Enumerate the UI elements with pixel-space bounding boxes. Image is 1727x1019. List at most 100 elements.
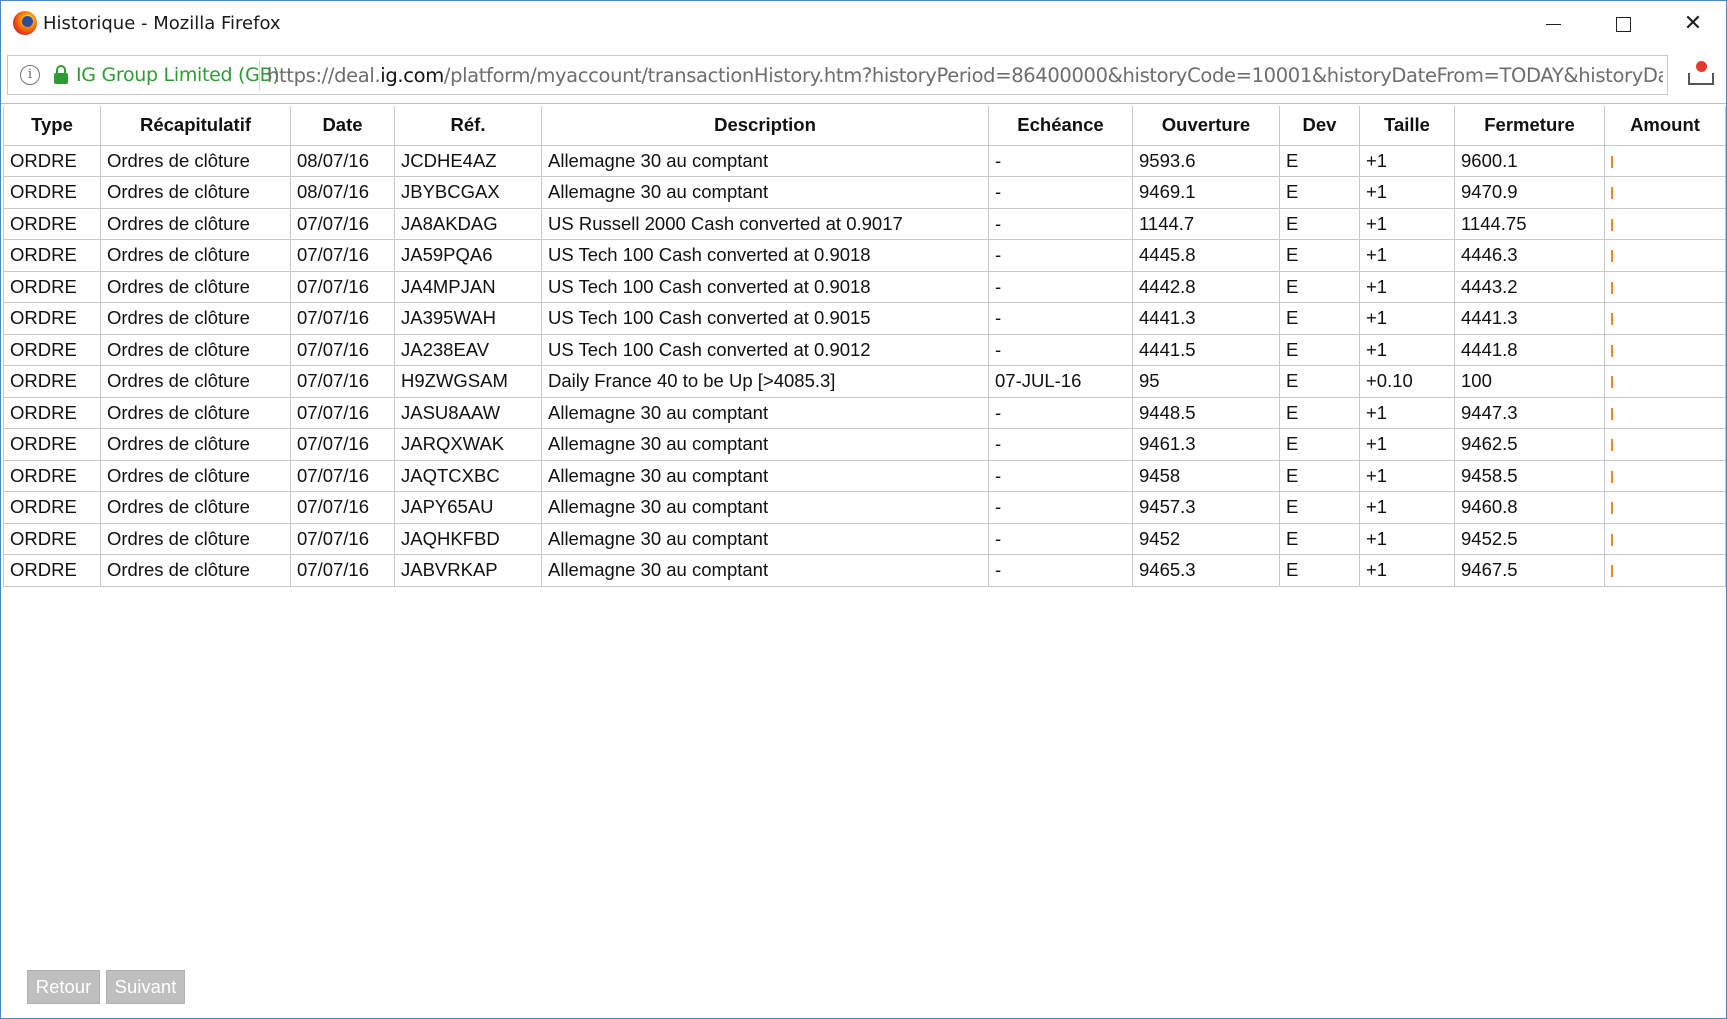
cell-size: +1 <box>1359 333 1455 366</box>
title-bar[interactable]: Historique - Mozilla Firefox ✕ <box>1 1 1726 47</box>
cell-summary: Ordres de clôture <box>100 459 291 492</box>
cell-closing: 9467.5 <box>1454 554 1605 587</box>
cell-closing: 9452.5 <box>1454 522 1605 555</box>
cell-expiry: - <box>988 207 1133 240</box>
cell-ref: JAQHKFBD <box>394 522 542 555</box>
cell-closing: 4441.3 <box>1454 302 1605 335</box>
cell-opening: 95 <box>1132 365 1280 398</box>
cell-opening: 4445.8 <box>1132 239 1280 272</box>
cell-opening: 9469.1 <box>1132 176 1280 209</box>
url-prefix: https://deal. <box>267 64 381 87</box>
cell-amount <box>1604 491 1726 524</box>
cell-amount <box>1604 144 1726 177</box>
table-row: ORDRE Ordres de clôture 07/07/16 JASU8AAW Al… <box>3 396 1726 429</box>
cell-type: ORDRE <box>3 333 101 366</box>
cell-description: Allemagne 30 au comptant <box>541 522 989 555</box>
cell-description: Allemagne 30 au comptant <box>541 459 989 492</box>
column-header-summary: Récapitulatif <box>100 106 291 146</box>
amount-truncated-mark <box>1611 344 1613 357</box>
cell-ref: JA238EAV <box>394 333 542 366</box>
cell-currency: E <box>1279 396 1360 429</box>
amount-truncated-mark <box>1611 439 1613 452</box>
address-bar[interactable]: i IG Group Limited (GB) https://deal.ig.… <box>7 55 1668 95</box>
amount-truncated-mark <box>1611 313 1613 326</box>
cell-amount <box>1604 302 1726 335</box>
cell-closing: 4446.3 <box>1454 239 1605 272</box>
cell-expiry: - <box>988 491 1133 524</box>
cell-size: +1 <box>1359 144 1455 177</box>
browser-window: Historique - Mozilla Firefox ✕ i IG Grou… <box>0 0 1727 1019</box>
table-row: ORDRE Ordres de clôture 07/07/16 JAQHKFBD Al… <box>3 522 1726 555</box>
column-header-expiry: Echéance <box>988 106 1133 146</box>
lock-icon[interactable] <box>54 65 68 85</box>
minimize-button[interactable] <box>1518 1 1588 47</box>
column-header-description: Description <box>541 106 989 146</box>
cell-opening: 4441.5 <box>1132 333 1280 366</box>
cell-opening: 9465.3 <box>1132 554 1280 587</box>
column-header-date: Date <box>290 106 395 146</box>
cell-date: 07/07/16 <box>290 396 395 429</box>
cell-amount <box>1604 554 1726 587</box>
table-row: ORDRE Ordres de clôture 07/07/16 JAPY65AU Al… <box>3 491 1726 524</box>
next-page-button[interactable]: Suivant <box>106 970 185 1004</box>
cell-amount <box>1604 207 1726 240</box>
table-row: ORDRE Ordres de clôture 07/07/16 JARQXWAK Al… <box>3 428 1726 461</box>
cell-closing: 9460.8 <box>1454 491 1605 524</box>
url-text[interactable]: https://deal.ig.com/platform/myaccount/t… <box>267 64 1663 87</box>
cell-closing: 9462.5 <box>1454 428 1605 461</box>
screenshot-icon[interactable] <box>1688 61 1714 87</box>
cell-date: 07/07/16 <box>290 207 395 240</box>
cell-description: US Tech 100 Cash converted at 0.9018 <box>541 270 989 303</box>
cell-summary: Ordres de clôture <box>100 428 291 461</box>
cell-description: Allemagne 30 au comptant <box>541 144 989 177</box>
table-row: ORDRE Ordres de clôture 08/07/16 JCDHE4AZ Al… <box>3 144 1726 177</box>
table-header-row: Type Récapitulatif Date Réf. Description Eché… <box>3 106 1726 146</box>
cell-summary: Ordres de clôture <box>100 239 291 272</box>
cell-description: Allemagne 30 au comptant <box>541 428 989 461</box>
column-header-opening: Ouverture <box>1132 106 1280 146</box>
cell-date: 07/07/16 <box>290 522 395 555</box>
cell-currency: E <box>1279 428 1360 461</box>
cell-description: US Tech 100 Cash converted at 0.9012 <box>541 333 989 366</box>
url-path: /platform/myaccount/transactionHistory.h… <box>443 64 1663 87</box>
cell-opening: 1144.7 <box>1132 207 1280 240</box>
cell-expiry: - <box>988 270 1133 303</box>
cell-opening: 9593.6 <box>1132 144 1280 177</box>
maximize-button[interactable] <box>1588 1 1658 47</box>
cell-amount <box>1604 522 1726 555</box>
cell-date: 07/07/16 <box>290 365 395 398</box>
cell-expiry: - <box>988 333 1133 366</box>
amount-truncated-mark <box>1611 565 1613 578</box>
table-row: ORDRE Ordres de clôture 07/07/16 JA238EAV US… <box>3 333 1726 366</box>
info-icon[interactable]: i <box>20 65 40 85</box>
cell-summary: Ordres de clôture <box>100 396 291 429</box>
cell-summary: Ordres de clôture <box>100 176 291 209</box>
cell-size: +1 <box>1359 207 1455 240</box>
table-row: ORDRE Ordres de clôture 07/07/16 H9ZWGSAM Da… <box>3 365 1726 398</box>
cell-description: Allemagne 30 au comptant <box>541 554 989 587</box>
cell-opening: 4442.8 <box>1132 270 1280 303</box>
close-button[interactable]: ✕ <box>1658 1 1726 47</box>
site-identity[interactable]: IG Group Limited (GB) <box>76 64 280 86</box>
amount-truncated-mark <box>1611 407 1613 420</box>
cell-currency: E <box>1279 270 1360 303</box>
cell-amount <box>1604 365 1726 398</box>
previous-page-button[interactable]: Retour <box>27 970 100 1004</box>
cell-type: ORDRE <box>3 144 101 177</box>
cell-description: Daily France 40 to be Up [>4085.3] <box>541 365 989 398</box>
cell-closing: 9447.3 <box>1454 396 1605 429</box>
cell-currency: E <box>1279 176 1360 209</box>
amount-truncated-mark <box>1611 502 1613 515</box>
cell-closing: 4443.2 <box>1454 270 1605 303</box>
cell-ref: JBYBCGAX <box>394 176 542 209</box>
cell-amount <box>1604 459 1726 492</box>
table-row: ORDRE Ordres de clôture 07/07/16 JA4MPJAN US… <box>3 270 1726 303</box>
cell-ref: JCDHE4AZ <box>394 144 542 177</box>
cell-type: ORDRE <box>3 270 101 303</box>
column-header-amount: Amount <box>1604 106 1726 146</box>
maximize-icon <box>1615 16 1631 32</box>
cell-type: ORDRE <box>3 554 101 587</box>
cell-expiry: - <box>988 176 1133 209</box>
cell-summary: Ordres de clôture <box>100 207 291 240</box>
cell-amount <box>1604 176 1726 209</box>
